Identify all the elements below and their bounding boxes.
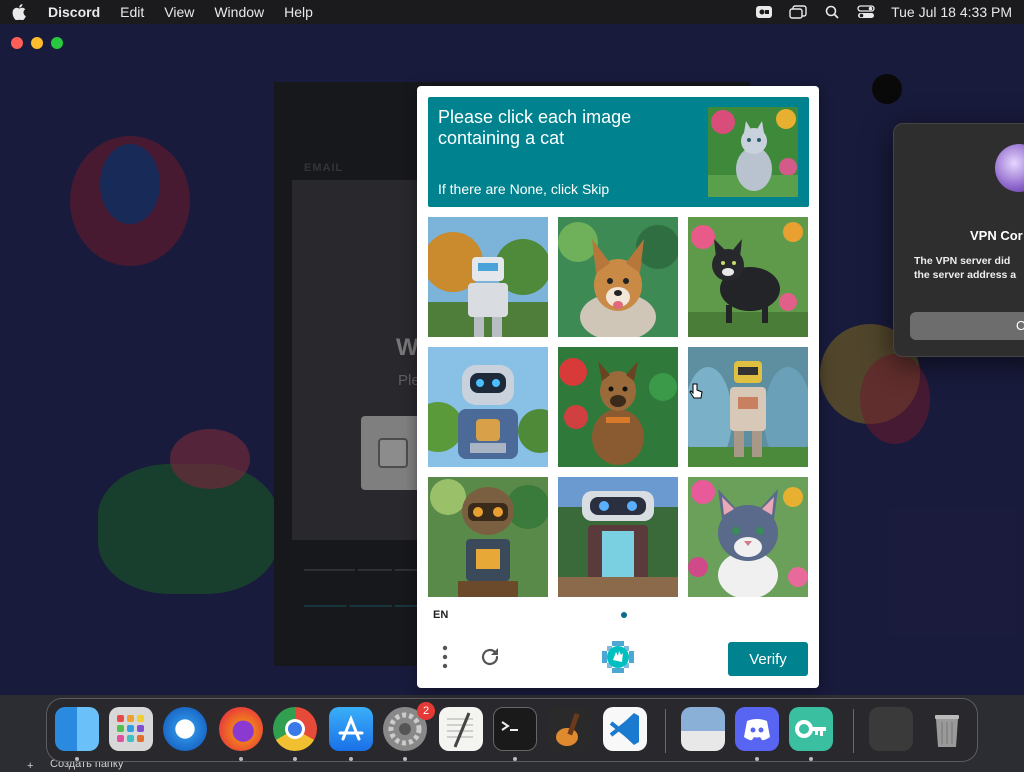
vpn-message-line2: the server address a xyxy=(914,269,1017,281)
dock-garageband-icon[interactable] xyxy=(547,707,591,751)
clock[interactable]: Tue Jul 18 4:33 PM xyxy=(891,4,1012,20)
captcha-tile-robot[interactable] xyxy=(428,477,548,597)
dock-finder-icon[interactable] xyxy=(55,707,99,751)
menu-help[interactable]: Help xyxy=(284,4,313,20)
vpn-dialog-title: VPN Cor xyxy=(970,228,1023,243)
menu-bar: Discord Edit View Window Help Tue Jul 18… xyxy=(0,0,1024,24)
refresh-icon xyxy=(481,648,499,666)
dock-trash-icon[interactable] xyxy=(925,707,969,751)
close-button[interactable] xyxy=(11,37,23,49)
window-controls xyxy=(11,37,63,49)
captcha-image-grid xyxy=(428,217,809,598)
search-icon[interactable] xyxy=(823,5,841,19)
captcha-tile-robot[interactable] xyxy=(688,347,808,467)
running-indicator xyxy=(75,757,79,761)
running-indicator xyxy=(239,757,243,761)
running-indicator xyxy=(755,757,759,761)
dock-passwords-icon[interactable] xyxy=(789,707,833,751)
language-selector[interactable]: EN xyxy=(433,609,448,621)
captcha-prompt: Please click each image containing a cat… xyxy=(428,97,809,207)
window-icon[interactable] xyxy=(789,5,807,19)
menu-app-name[interactable]: Discord xyxy=(48,4,100,20)
captcha-tile-cat[interactable] xyxy=(688,217,808,337)
captcha-tile-dog[interactable] xyxy=(558,347,678,467)
vpn-ok-button[interactable]: O xyxy=(910,312,1024,340)
verify-button[interactable]: Verify xyxy=(728,642,808,676)
record-icon[interactable] xyxy=(755,5,773,19)
page-indicator-dot xyxy=(621,612,627,618)
captcha-hint: If there are None, click Skip xyxy=(438,181,610,197)
more-vertical-icon xyxy=(442,645,448,669)
menu-window[interactable]: Window xyxy=(214,4,264,20)
dock-discord-icon[interactable] xyxy=(735,707,779,751)
dock-chrome-icon[interactable] xyxy=(273,707,317,751)
dock-preview-icon[interactable] xyxy=(681,707,725,751)
menu-edit[interactable]: Edit xyxy=(120,4,144,20)
running-indicator xyxy=(403,757,407,761)
captcha-tile-robot[interactable] xyxy=(428,217,548,337)
vpn-alert-dialog: VPN Cor The VPN server did the server ad… xyxy=(893,123,1024,357)
captcha-tile-robot[interactable] xyxy=(428,347,548,467)
dock-launchpad-icon[interactable] xyxy=(109,707,153,751)
new-folder-icon: + xyxy=(27,760,34,772)
captcha-refresh-button[interactable] xyxy=(475,642,505,672)
zoom-button[interactable] xyxy=(51,37,63,49)
dock-vscode-icon[interactable] xyxy=(603,707,647,751)
dock-app-store-icon[interactable] xyxy=(329,707,373,751)
notification-badge: 2 xyxy=(417,702,435,720)
captcha-tile-dog[interactable] xyxy=(558,217,678,337)
captcha-title: Please click each image containing a cat xyxy=(438,107,632,148)
running-indicator xyxy=(513,757,517,761)
captcha-challenge: Please click each image containing a cat… xyxy=(417,86,819,688)
running-indicator xyxy=(349,757,353,761)
dock-safari-icon[interactable] xyxy=(163,707,207,751)
dock-firefox-icon[interactable] xyxy=(219,707,263,751)
dock-terminal-icon[interactable] xyxy=(493,707,537,751)
minimize-button[interactable] xyxy=(31,37,43,49)
vpn-dialog-message: The VPN server did the server address a xyxy=(914,254,1016,282)
captcha-menu-button[interactable] xyxy=(437,642,453,672)
vpn-message-line1: The VPN server did xyxy=(914,255,1011,267)
running-indicator xyxy=(293,757,297,761)
running-indicator xyxy=(809,757,813,761)
dock-separator xyxy=(853,709,854,753)
dock: 2 xyxy=(46,698,978,762)
hcaptcha-logo-icon xyxy=(601,640,635,674)
example-cat-image xyxy=(708,107,798,197)
hand-cursor-icon xyxy=(689,383,703,406)
control-center-icon[interactable] xyxy=(857,5,875,19)
menu-view[interactable]: View xyxy=(164,4,194,20)
apple-icon[interactable] xyxy=(12,4,30,20)
vpn-app-icon xyxy=(995,144,1024,192)
dock-textedit-icon[interactable] xyxy=(439,707,483,751)
dock-separator xyxy=(665,709,666,753)
captcha-tile-robot[interactable] xyxy=(558,477,678,597)
captcha-tile-cat[interactable] xyxy=(688,477,808,597)
dock-downloads-icon[interactable] xyxy=(869,707,913,751)
